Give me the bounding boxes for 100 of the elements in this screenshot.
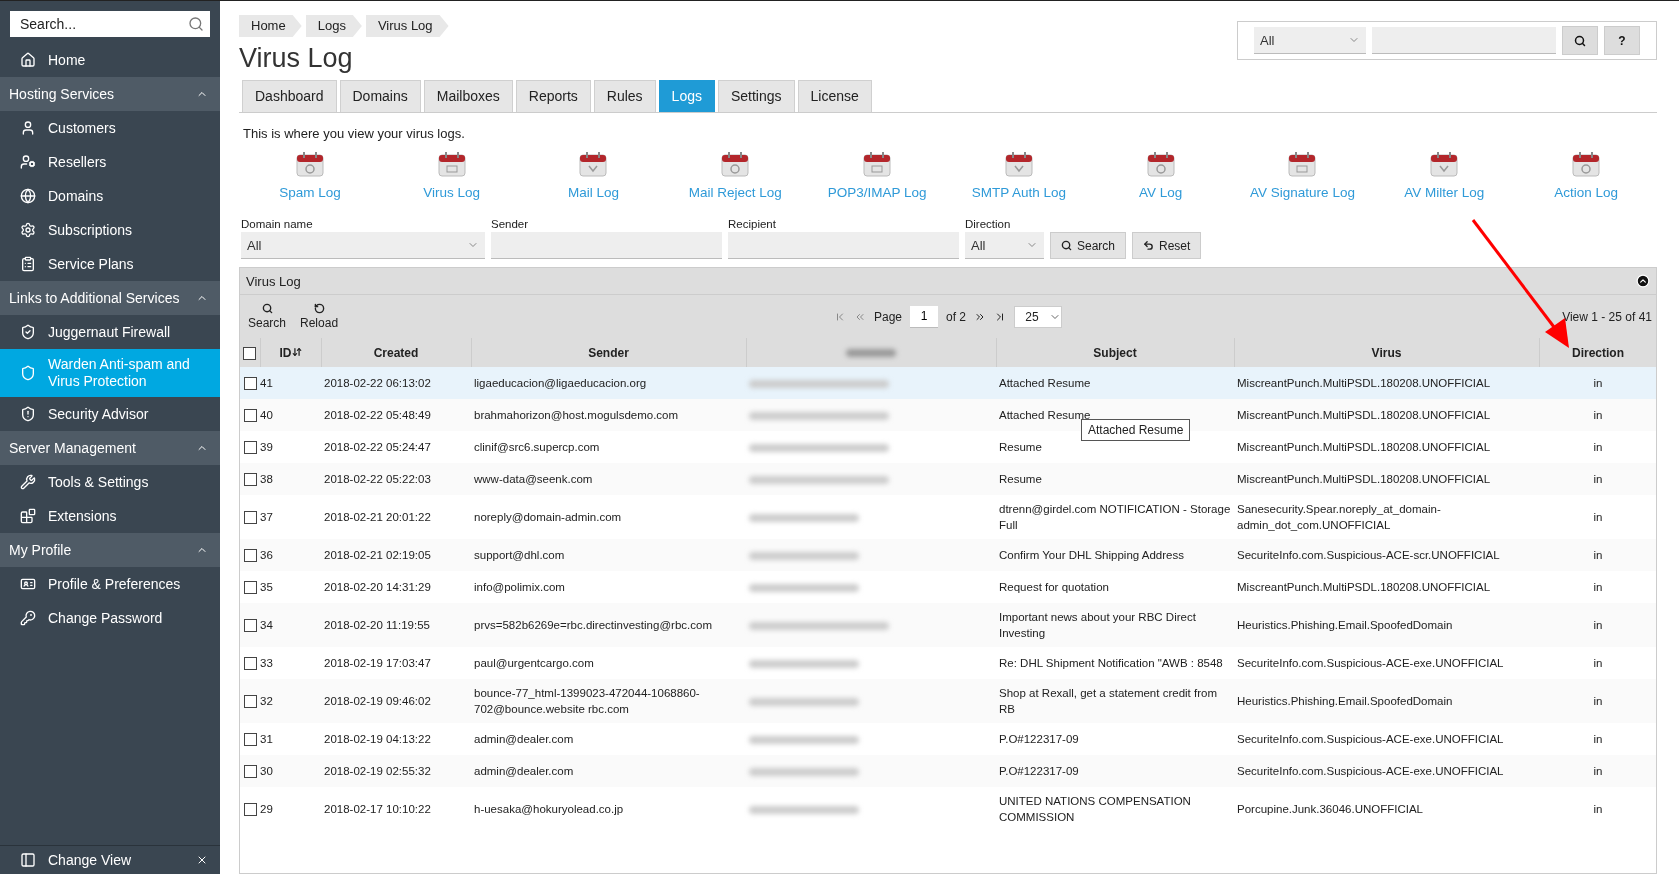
- table-cell: clinif@src6.supercp.com: [474, 441, 600, 453]
- sidebar-item[interactable]: Resellers: [0, 145, 220, 179]
- column-header[interactable]: Subject: [996, 338, 1234, 367]
- table-cell: Re: DHL Shipment Notification "AWB : 8548: [999, 657, 1223, 669]
- sidebar-item[interactable]: Security Advisor: [0, 397, 220, 431]
- domain-dropdown[interactable]: All: [241, 232, 485, 259]
- search-icon: [1061, 240, 1072, 251]
- column-header[interactable]: Created: [321, 338, 471, 367]
- field-label: Domain name: [241, 218, 314, 230]
- tab[interactable]: Rules: [593, 80, 656, 112]
- page-title: Virus Log: [239, 43, 354, 74]
- search-icon: [1574, 34, 1586, 47]
- checkbox[interactable]: [243, 346, 257, 360]
- collapse-icon[interactable]: [1636, 274, 1650, 288]
- sidebar-item[interactable]: Change Password: [0, 601, 220, 635]
- checkbox[interactable]: [243, 511, 257, 525]
- page-field[interactable]: 1: [910, 305, 938, 328]
- calendar-icon: [1430, 151, 1459, 177]
- checkbox[interactable]: [243, 581, 257, 595]
- search-field[interactable]: [1372, 27, 1556, 54]
- checkbox[interactable]: [243, 765, 257, 779]
- calendar-icon: [1004, 151, 1033, 177]
- tab[interactable]: License: [797, 80, 872, 112]
- column-header[interactable]: ID: [260, 338, 321, 367]
- checkbox[interactable]: [243, 733, 257, 747]
- sidebar-item[interactable]: Customers: [0, 111, 220, 145]
- calendar-icon: [295, 151, 324, 177]
- table-cell: Porcupine.Junk.36046.UNOFFICIAL: [1237, 803, 1423, 815]
- table-row[interactable]: 30 2018-02-19 02:55:32 admin@dealer.com P.O#122317-09 SecuriteInfo.com.Suspicious-ACE-exe.UNOFFICIAL in: [240, 755, 1656, 787]
- sidebar-item[interactable]: Domains: [0, 179, 220, 213]
- breadcrumb[interactable]: Home: [239, 15, 302, 37]
- sidebar-item[interactable]: Tools & Settings: [0, 465, 220, 499]
- tab[interactable]: Mailboxes: [423, 80, 513, 112]
- page-size-dropdown[interactable]: 25: [1014, 305, 1062, 328]
- table-cell: P.O#122317-09: [999, 765, 1079, 777]
- checkbox[interactable]: [243, 377, 257, 391]
- checkbox[interactable]: [243, 803, 257, 817]
- sender-field[interactable]: [491, 232, 722, 259]
- scope-dropdown[interactable]: All: [1254, 27, 1366, 54]
- sidebar-item[interactable]: Home: [0, 43, 220, 77]
- checkbox[interactable]: [243, 409, 257, 423]
- reload-button[interactable]: Reload: [296, 303, 343, 330]
- table-cell: ligaeducacion@ligaeducacion.org: [474, 377, 647, 389]
- close-icon[interactable]: [196, 854, 208, 866]
- checkbox[interactable]: [243, 657, 257, 671]
- tab[interactable]: Reports: [515, 80, 591, 112]
- sidebar-section-header[interactable]: Hosting Services: [0, 77, 220, 111]
- checkbox[interactable]: [243, 619, 257, 633]
- table-cell: Confirm Your DHL Shipping Address: [999, 549, 1184, 561]
- search-button[interactable]: Search: [1050, 232, 1127, 259]
- direction-dropdown[interactable]: All: [965, 232, 1044, 259]
- table-cell: in: [1593, 409, 1603, 421]
- search-button[interactable]: [1562, 26, 1598, 55]
- checkbox[interactable]: [243, 549, 257, 563]
- table-cell: SecuriteInfo.com.Suspicious-ACE-exe.UNOFFICIAL: [1237, 657, 1504, 669]
- reset-button[interactable]: Reset: [1132, 232, 1202, 259]
- sidebar-item[interactable]: Service Plans: [0, 247, 220, 281]
- tab[interactable]: Dashboard: [242, 80, 337, 112]
- table-row[interactable]: 37 2018-02-21 20:01:22 noreply@domain-admin.com dtrenn@girdel.com NOTIFICATION - Storage Full Sanesecurity.Spear.noreply_at_domain-admin_dot_com.UNOFFICIAL in: [240, 495, 1656, 539]
- checkbox[interactable]: [243, 695, 257, 709]
- last-page-icon[interactable]: [994, 310, 1006, 323]
- checkbox[interactable]: [243, 473, 257, 487]
- table-row[interactable]: 34 2018-02-20 11:19:55 prvs=582b6269e=rbc.directinvesting@rbc.com Important news about your RBC Direct Investing Heuristics.Phishing.Email.SpoofedDomain in: [240, 603, 1656, 647]
- change-view-bar[interactable]: Change View: [0, 845, 220, 874]
- table-row[interactable]: 31 2018-02-19 04:13:22 admin@dealer.com P.O#122317-09 SecuriteInfo.com.Suspicious-ACE-exe.UNOFFICIAL in: [240, 723, 1656, 755]
- record-count: View 1 - 25 of 41: [1562, 309, 1652, 324]
- table-row[interactable]: 33 2018-02-19 17:03:47 paul@urgentcargo.com Re: DHL Shipment Notification "AWB : 8548 SecuriteInfo.com.Suspicious-ACE-exe.UNOFFICIAL in: [240, 647, 1656, 679]
- breadcrumb[interactable]: Logs: [305, 15, 362, 37]
- table-row[interactable]: 36 2018-02-21 02:19:05 support@dhl.com Confirm Your DHL Shipping Address SecuriteInfo.com.Suspicious-ACE-scr.UNOFFICIAL in: [240, 539, 1656, 571]
- tab[interactable]: Domains: [339, 80, 421, 112]
- blocks-icon: [20, 508, 36, 524]
- tab[interactable]: Settings: [717, 80, 795, 112]
- sidebar-item[interactable]: Profile & Preferences: [0, 567, 220, 601]
- table-cell: prvs=582b6269e=rbc.directinvesting@rbc.com: [474, 619, 712, 631]
- table-cell: in: [1593, 695, 1603, 707]
- person-icon: [20, 120, 36, 136]
- sidebar-section-header[interactable]: My Profile: [0, 533, 220, 567]
- sidebar-search-box[interactable]: Search...: [10, 11, 210, 37]
- calendar-icon: [437, 151, 466, 177]
- help-button[interactable]: ?: [1604, 26, 1640, 55]
- search-tool-button[interactable]: Search: [244, 303, 291, 330]
- table-cell: Heuristics.Phishing.Email.SpoofedDomain: [1237, 695, 1453, 707]
- sidebar-item[interactable]: Extensions: [0, 499, 220, 533]
- sidebar-item[interactable]: Juggernaut Firewall: [0, 315, 220, 349]
- table-row[interactable]: 32 2018-02-19 09:46:02 bounce-77_html-1399023-472044-1068860-702@bounce.website rbc.com Shop at Rexall, get a statement credit from RB Heuristics.Phishing.Email.SpoofedDomain in: [240, 679, 1656, 723]
- recipient-field[interactable]: [728, 232, 959, 259]
- sidebar-section-header[interactable]: Server Management: [0, 431, 220, 465]
- sidebar-section-header[interactable]: Links to Additional Services: [0, 281, 220, 315]
- table-cell: MiscreantPunch.MultiPSDL.180208.UNOFFICIAL: [1237, 377, 1491, 389]
- table-cell: in: [1593, 765, 1603, 777]
- table-row[interactable]: 38 2018-02-22 05:22:03 www-data@seenk.com Resume MiscreantPunch.MultiPSDL.180208.UNOFFICIAL in: [240, 463, 1656, 495]
- checkbox[interactable]: [243, 441, 257, 455]
- table-cell: 2018-02-22 05:24:47: [324, 441, 431, 453]
- table-cell: 29: [260, 803, 273, 815]
- sidebar-item[interactable]: Subscriptions: [0, 213, 220, 247]
- column-header[interactable]: Sender: [471, 338, 746, 367]
- column-header[interactable]: Direction: [1539, 338, 1656, 367]
- column-header[interactable]: Virus: [1234, 338, 1539, 367]
- breadcrumb[interactable]: Virus Log: [365, 15, 449, 37]
- table-row[interactable]: 35 2018-02-20 14:31:29 info@polimix.com Request for quotation MiscreantPunch.MultiPSDL.180208.UNOFFICIAL in: [240, 571, 1656, 603]
